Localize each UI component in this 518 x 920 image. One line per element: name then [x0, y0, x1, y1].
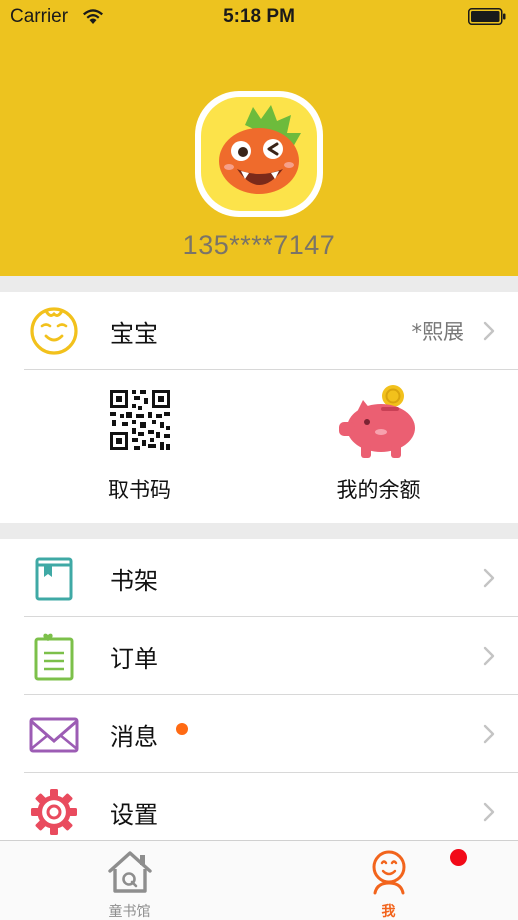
user-profile-icon — [372, 850, 405, 895]
settings-row[interactable]: 设置 — [0, 773, 518, 850]
battery-icon — [468, 8, 506, 25]
tab-library-label: 童书馆 — [108, 904, 151, 920]
order-list-icon — [34, 633, 74, 681]
tab-bar: 童书馆 我 — [0, 840, 518, 920]
tab-me[interactable]: 我 — [259, 841, 518, 920]
baby-label: 宝宝 — [110, 320, 158, 348]
piggy-bank-icon — [338, 385, 415, 458]
house-icon — [107, 851, 152, 893]
baby-name-value: *熙展 — [411, 320, 465, 344]
chevron-right-icon — [483, 802, 495, 822]
status-bar: Carrier 5:18 PM — [0, 0, 518, 34]
baby-face-icon — [30, 307, 78, 355]
book-icon — [35, 557, 73, 601]
profile-header: Carrier 5:18 PM 135****7147 — [0, 0, 518, 276]
tab-me-label: 我 — [381, 904, 396, 920]
section-gap — [0, 523, 518, 539]
my-balance-label: 我的余额 — [336, 478, 421, 502]
chevron-right-icon — [483, 646, 495, 666]
qr-code-icon — [107, 388, 172, 452]
messages-row[interactable]: 消息 — [0, 695, 518, 772]
messages-label: 消息 — [110, 723, 158, 751]
gear-icon — [31, 789, 77, 835]
orders-label: 订单 — [110, 645, 158, 673]
orders-row[interactable]: 订单 — [0, 617, 518, 694]
status-time: 5:18 PM — [223, 6, 295, 27]
bookshelf-label: 书架 — [110, 567, 158, 595]
unread-dot — [176, 723, 188, 735]
envelope-icon — [29, 717, 79, 753]
book-code-label: 取书码 — [108, 478, 171, 502]
section-gap — [0, 276, 518, 292]
avatar[interactable] — [193, 89, 325, 219]
dinosaur-avatar-icon — [195, 91, 323, 217]
tab-library[interactable]: 童书馆 — [0, 841, 259, 920]
settings-label: 设置 — [110, 801, 158, 829]
baby-row[interactable]: 宝宝 *熙展 — [0, 292, 518, 369]
chevron-right-icon — [483, 724, 495, 744]
chevron-right-icon — [483, 321, 495, 341]
user-phone: 135****7147 — [182, 230, 336, 260]
notification-badge — [450, 849, 467, 866]
chevron-right-icon — [483, 568, 495, 588]
my-balance-button[interactable]: 我的余额 — [249, 370, 508, 523]
book-code-button[interactable]: 取书码 — [10, 370, 269, 523]
bookshelf-row[interactable]: 书架 — [0, 539, 518, 616]
